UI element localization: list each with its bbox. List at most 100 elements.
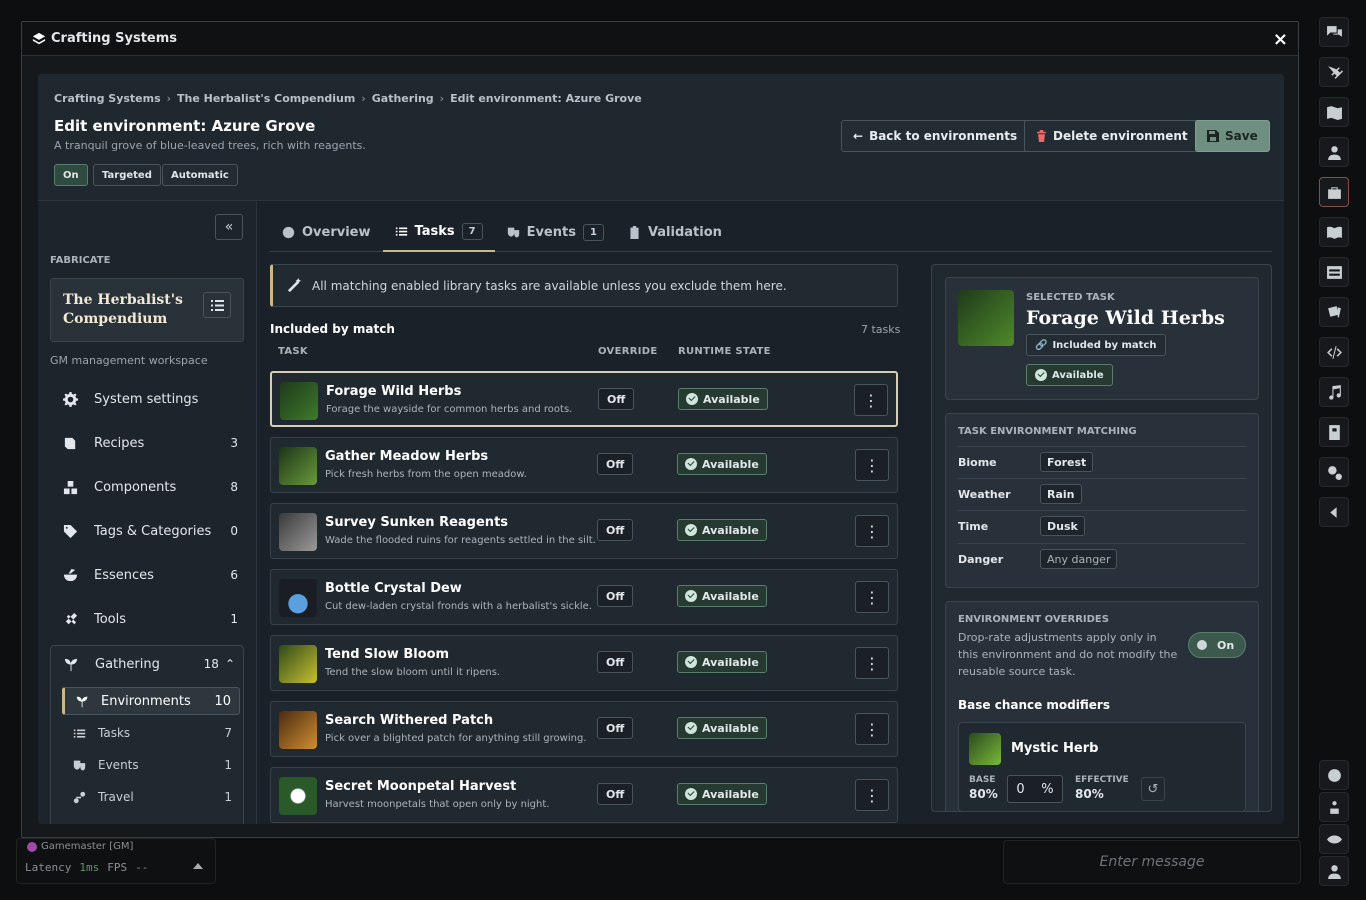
sidebar-item-system-settings[interactable]: System settings [50,381,244,417]
sidebar-subitem-environments[interactable]: Environments 10 [62,687,240,715]
tables-icon[interactable] [1319,257,1349,287]
save-button[interactable]: Save [1195,120,1270,152]
modifier-input[interactable]: 0% [1007,775,1063,803]
breadcrumb-item[interactable]: Gathering [372,92,434,105]
hide-icon[interactable] [1319,824,1349,854]
kebab-menu-icon[interactable]: ⋮ [855,449,889,481]
seedling-icon [71,695,93,708]
close-icon[interactable]: × [1273,29,1288,50]
selected-task-name: Forage Wild Herbs [1026,307,1225,329]
override-toggle[interactable]: Off [597,519,634,541]
sidebar-item-tags[interactable]: Tags & Categories 0 [50,513,244,549]
table-row[interactable]: Search Withered Patch Pick over a blight… [270,701,898,757]
breadcrumb-item[interactable]: The Herbalist's Compendium [177,92,355,105]
sidebar-item-label: System settings [94,391,199,407]
kebab-menu-icon[interactable]: ⋮ [855,515,889,547]
runtime-state-label: Available [703,392,760,406]
cards-icon[interactable] [1319,297,1349,327]
latency-label: Latency [25,861,72,874]
kebab-menu-icon[interactable]: ⋮ [855,581,889,613]
page-header: Crafting Systems › The Herbalist's Compen… [38,74,1284,201]
base-label: BASE [969,775,996,785]
included-badge: 🔗 Included by match [1026,334,1166,356]
compendium-icon[interactable] [1319,417,1349,447]
task-description: Cut dew-laden crystal fronds with a herb… [325,601,592,612]
tools-icon [56,612,84,627]
reset-icon[interactable]: ↺ [1141,777,1165,801]
chat-input[interactable]: Enter message [1003,840,1301,884]
chevron-up-icon[interactable]: ⌃ [225,657,235,671]
override-toggle[interactable]: Off [597,453,634,475]
sidebar-subitem-label: Environments [101,693,191,709]
runtime-state-badge: Available [678,388,768,410]
music-icon[interactable] [1319,377,1349,407]
code-icon[interactable] [1319,337,1349,367]
override-toggle[interactable]: Off [597,783,634,805]
table-row[interactable]: Gather Meadow Herbs Pick fresh herbs fro… [270,437,898,493]
floppy-icon [1207,130,1219,142]
sidebar-subitem-tasks[interactable]: Tasks 7 [62,719,240,747]
column-header-task: TASK [278,346,308,357]
tab-validation[interactable]: Validation [616,212,734,252]
override-toggle[interactable]: Off [597,651,634,673]
players-icon[interactable] [1319,792,1349,822]
back-button[interactable]: ← Back to environments [841,120,1030,152]
delete-button[interactable]: Delete environment [1024,120,1200,152]
kebab-menu-icon[interactable]: ⋮ [855,647,889,679]
sidebar-subitem-events[interactable]: Events 1 [62,751,240,779]
system-card[interactable]: The Herbalist's Compendium [50,278,244,342]
tab-count: 7 [461,222,483,240]
sidebar-item-recipes[interactable]: Recipes 3 [50,425,244,461]
sidebar-subitem-travel[interactable]: Travel 1 [62,783,240,811]
kebab-menu-icon[interactable]: ⋮ [855,779,889,811]
table-row[interactable]: Tend Slow Bloom Tend the slow bloom unti… [270,635,898,691]
combat-icon[interactable] [1319,57,1349,87]
table-row[interactable]: Secret Moonpetal Harvest Harvest moonpet… [270,767,898,823]
chat-icon[interactable] [1319,17,1349,47]
tab-overview[interactable]: Overview [270,212,383,252]
system-name: The Herbalist's Compendium [63,292,183,327]
matching-value: Forest [1040,452,1094,472]
sidebar-item-essences[interactable]: Essences 6 [50,557,244,593]
settings-icon[interactable] [1319,457,1349,487]
override-toggle[interactable]: Off [597,717,634,739]
tab-label: Tasks [414,223,455,239]
sidebar-item-tools[interactable]: Tools 1 [50,601,244,637]
actors-icon[interactable] [1319,137,1349,167]
override-toggle[interactable]: Off [597,585,634,607]
table-row[interactable]: Forage Wild Herbs Forage the wayside for… [270,371,898,427]
items-icon[interactable] [1319,177,1349,207]
clipboard-check-icon [630,225,639,239]
table-row[interactable]: Survey Sunken Reagents Wade the flooded … [270,503,898,559]
list-check-icon [395,226,407,236]
globe-icon[interactable] [1319,760,1349,790]
collapse-sidebar-icon[interactable] [1319,497,1349,527]
window-titlebar[interactable]: Crafting Systems × [22,22,1298,56]
user-icon[interactable] [1319,856,1349,886]
sidebar-item-gathering[interactable]: Gathering 18 ⌃ [51,646,245,682]
journal-icon[interactable] [1319,217,1349,247]
effective-value: 80% [1075,787,1104,801]
override-toggle[interactable]: Off [598,388,635,410]
breadcrumb-item[interactable]: Crafting Systems [54,92,161,105]
available-badge-label: Available [1052,369,1104,381]
tab-tasks[interactable]: Tasks 7 [382,212,495,252]
task-description: Pick fresh herbs from the open meadow. [325,469,527,480]
expand-players-icon[interactable] [193,863,203,869]
map-icon[interactable] [1319,97,1349,127]
notice-text: All matching enabled library tasks are a… [312,278,787,293]
list-icon[interactable] [203,292,231,318]
table-row[interactable]: Bottle Crystal Dew Cut dew-laden crystal… [270,569,898,625]
sidebar-item-count: 1 [230,612,238,626]
collapse-sidebar-button[interactable]: « [215,214,243,240]
task-thumbnail [279,711,317,749]
layers-icon [32,32,46,44]
sidebar-item-components[interactable]: Components 8 [50,469,244,505]
tab-events[interactable]: Events 1 [495,212,616,252]
check-circle-icon [685,656,697,668]
kebab-menu-icon[interactable]: ⋮ [855,713,889,745]
overrides-toggle[interactable]: On [1188,632,1246,658]
magic-wand-icon [287,278,302,293]
modifier-name: Mystic Herb [1011,741,1099,756]
kebab-menu-icon[interactable]: ⋮ [854,384,888,416]
